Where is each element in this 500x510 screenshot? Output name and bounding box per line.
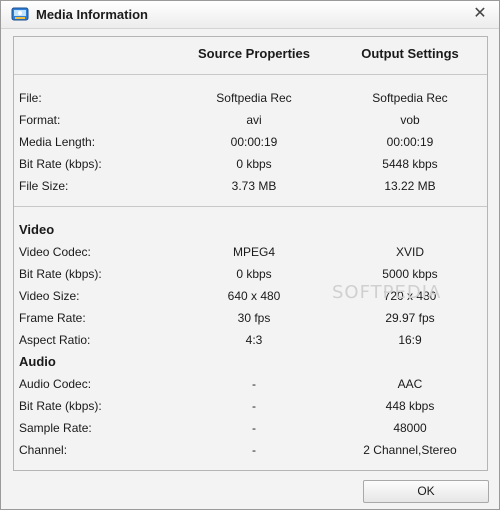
source-value: 30 fps (237, 311, 271, 325)
output-value: 29.97 fps (385, 311, 435, 325)
row-aspect-ratio: Aspect Ratio: 4:3 16:9 (14, 330, 487, 352)
row-sample-rate: Sample Rate: - 48000 (14, 418, 487, 440)
row-channel: Channel: - 2 Channel,Stereo (14, 440, 487, 462)
row-label: File: (19, 91, 42, 105)
output-value: 2 Channel,Stereo (363, 443, 457, 457)
media-app-icon (11, 5, 29, 23)
source-value: avi (246, 113, 262, 127)
output-value: Softpedia Rec (372, 91, 448, 105)
title-bar: Media Information ✕ (1, 1, 499, 29)
row-label: Channel: (19, 443, 68, 457)
output-value: 448 kbps (385, 399, 435, 413)
media-information-dialog: Media Information ✕ Source Properties Ou… (0, 0, 500, 510)
source-value: 00:00:19 (230, 135, 278, 149)
section-divider (14, 206, 487, 207)
row-label: Media Length: (19, 135, 96, 149)
row-label: Audio Codec: (19, 377, 92, 391)
row-label: Aspect Ratio: (19, 333, 91, 347)
output-value: AAC (397, 377, 423, 391)
row-label: Format: (19, 113, 61, 127)
source-value: 0 kbps (236, 267, 272, 281)
output-value: 5448 kbps (382, 157, 438, 171)
output-value: 00:00:19 (386, 135, 434, 149)
row-label: Frame Rate: (19, 311, 86, 325)
audio-heading: Audio (19, 354, 56, 369)
row-label: File Size: (19, 179, 69, 193)
source-value: 640 x 480 (227, 289, 281, 303)
row-bit-rate: Bit Rate (kbps): 0 kbps 5448 kbps (14, 154, 487, 176)
source-value: - (252, 443, 256, 457)
row-media-length: Media Length: 00:00:19 00:00:19 (14, 132, 487, 154)
header-divider (14, 74, 487, 75)
source-value: Softpedia Rec (216, 91, 292, 105)
source-properties-header: Source Properties (198, 46, 310, 61)
output-value: 13.22 MB (384, 179, 436, 193)
dialog-title: Media Information (36, 7, 148, 22)
source-value: MPEG4 (232, 245, 275, 259)
ok-button[interactable]: OK (363, 480, 489, 503)
row-label: Bit Rate (kbps): (19, 267, 102, 281)
source-value: - (252, 421, 256, 435)
row-frame-rate: Frame Rate: 30 fps 29.97 fps (14, 308, 487, 330)
row-format: Format: avi vob (14, 110, 487, 132)
row-label: Video Size: (19, 289, 80, 303)
close-icon[interactable]: ✕ (471, 5, 489, 23)
row-label: Sample Rate: (19, 421, 92, 435)
row-audio-codec: Audio Codec: - AAC (14, 374, 487, 396)
row-audio-bit-rate: Bit Rate (kbps): - 448 kbps (14, 396, 487, 418)
source-value: 4:3 (245, 333, 263, 347)
row-label: Bit Rate (kbps): (19, 399, 102, 413)
row-label: Bit Rate (kbps): (19, 157, 102, 171)
source-value: 3.73 MB (231, 179, 277, 193)
source-value: - (252, 399, 256, 413)
row-video-codec: Video Codec: MPEG4 XVID (14, 242, 487, 264)
info-panel: Source Properties Output Settings File: … (13, 36, 488, 471)
watermark: SOFTPEDIA (332, 282, 442, 303)
source-value: - (252, 377, 256, 391)
output-settings-header: Output Settings (361, 46, 459, 61)
output-value: vob (400, 113, 420, 127)
row-file: File: Softpedia Rec Softpedia Rec (14, 88, 487, 110)
output-value: 48000 (393, 421, 427, 435)
row-file-size: File Size: 3.73 MB 13.22 MB (14, 176, 487, 198)
video-heading: Video (19, 222, 55, 237)
output-value: 16:9 (398, 333, 422, 347)
source-value: 0 kbps (236, 157, 272, 171)
row-label: Video Codec: (19, 245, 91, 259)
output-value: 5000 kbps (382, 267, 438, 281)
output-value: XVID (395, 245, 424, 259)
